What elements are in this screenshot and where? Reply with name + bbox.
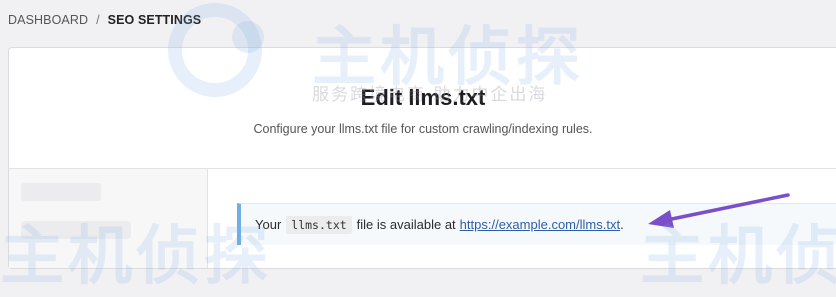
page-subtitle: Configure your llms.txt file for custom …	[253, 122, 593, 136]
llms-file-link[interactable]: https://example.com/llms.txt	[460, 217, 620, 232]
breadcrumb-separator: /	[96, 13, 100, 27]
notice-prefix: Your	[255, 217, 282, 232]
sidebar-item[interactable]	[21, 221, 131, 239]
breadcrumb: DASHBOARD / SEO SETTINGS	[8, 13, 201, 27]
settings-card: Edit llms.txt Configure your llms.txt fi…	[8, 47, 836, 269]
sidebar-item[interactable]	[21, 183, 101, 201]
notice-suffix: .	[620, 217, 624, 232]
breadcrumb-dashboard-link[interactable]: DASHBOARD	[8, 13, 88, 27]
notice-filename-code: llms.txt	[286, 215, 352, 234]
breadcrumb-current: SEO SETTINGS	[107, 13, 202, 27]
settings-sidebar	[9, 169, 208, 268]
card-header: Edit llms.txt Configure your llms.txt fi…	[9, 48, 836, 169]
annotation-arrow-icon	[648, 193, 790, 228]
page-title: Edit llms.txt	[360, 85, 486, 110]
notice-middle-text: file is available at	[356, 217, 456, 232]
